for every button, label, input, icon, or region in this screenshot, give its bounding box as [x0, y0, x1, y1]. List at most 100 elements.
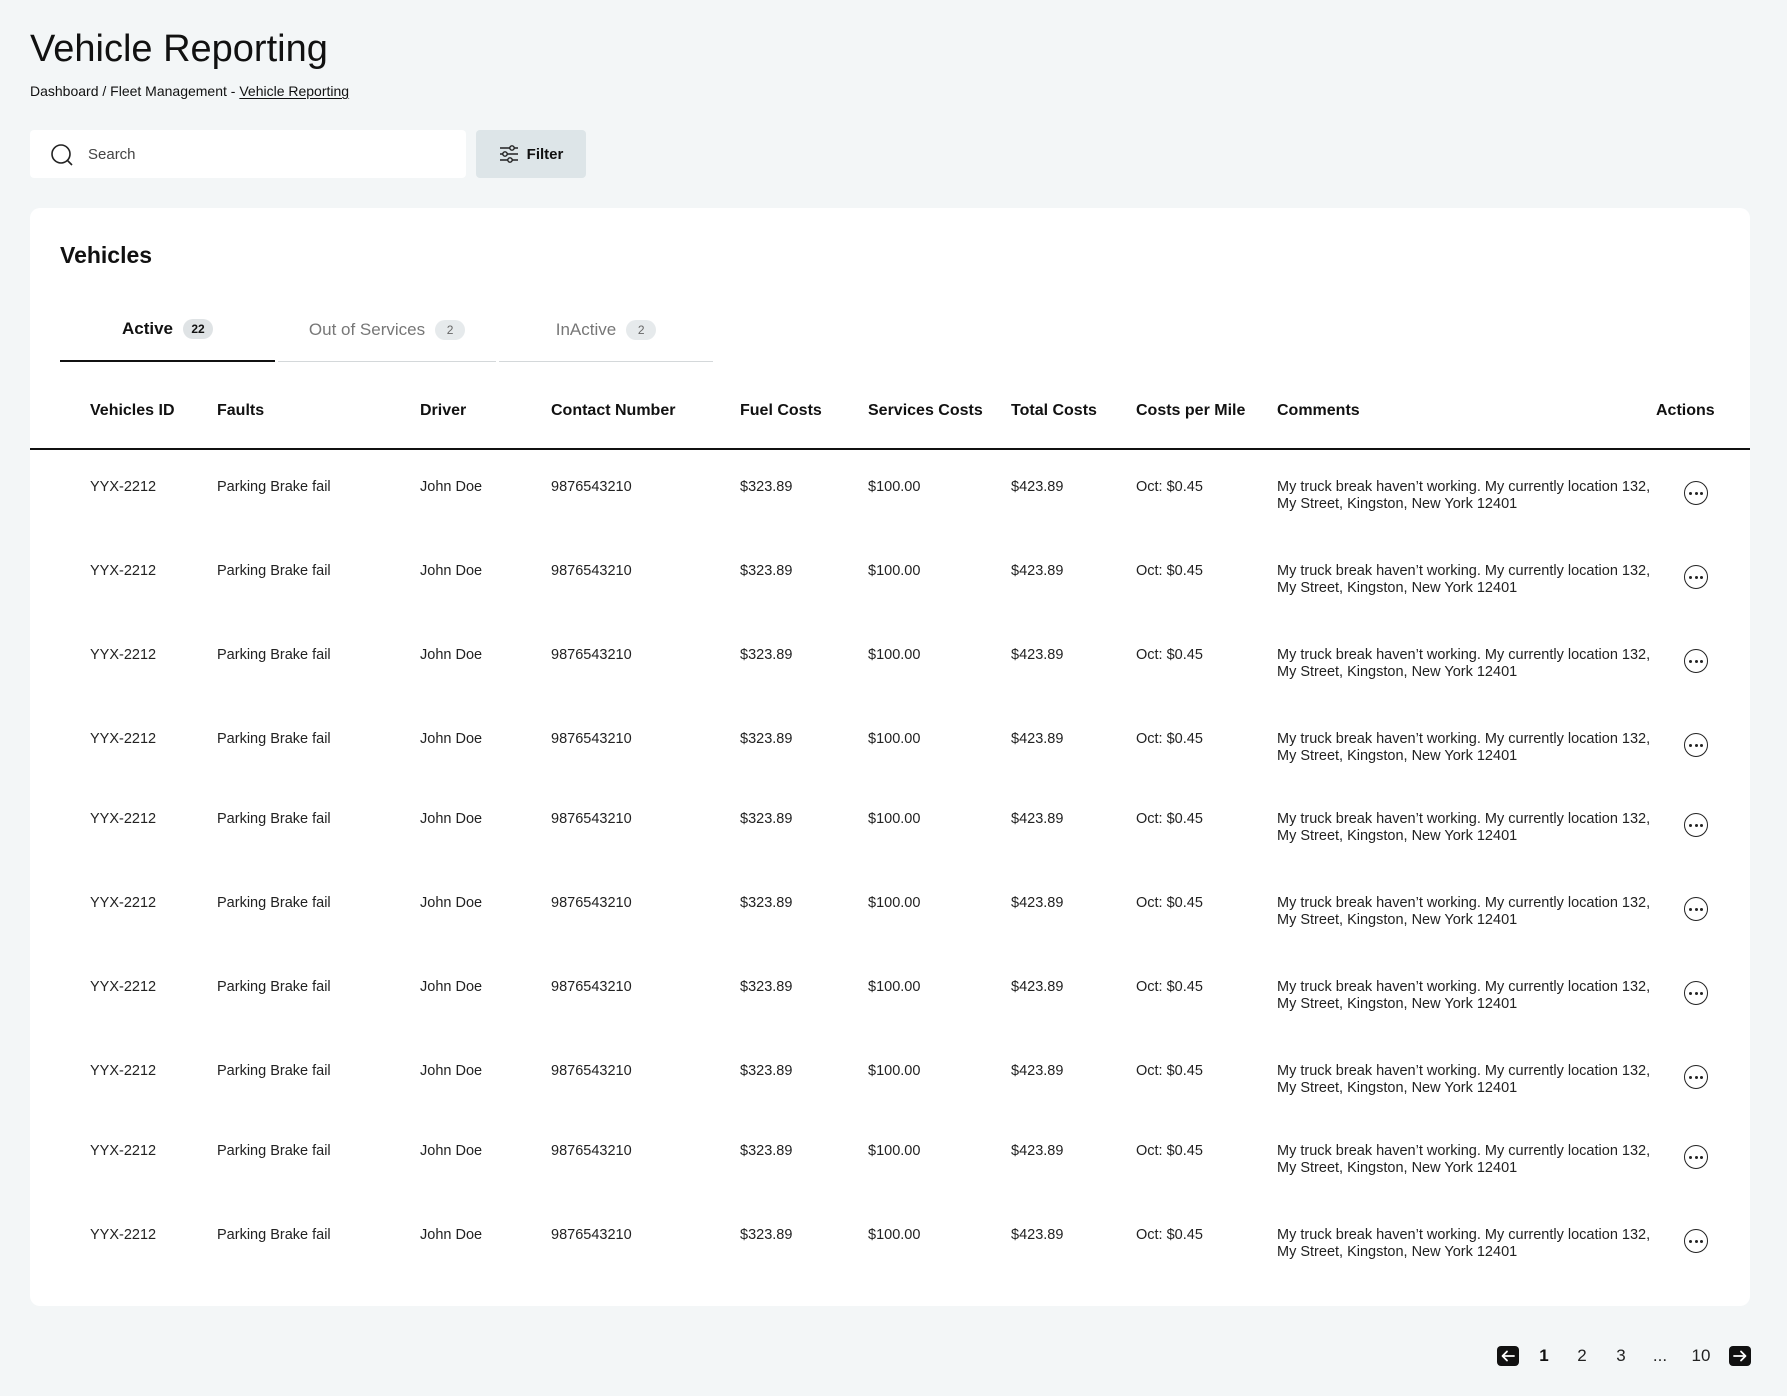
more-horizontal-icon	[1689, 743, 1703, 747]
vehicles-table: Vehicles ID Faults Driver Contact Number…	[30, 368, 1750, 1260]
row-actions-button[interactable]	[1684, 649, 1708, 673]
search-input[interactable]	[88, 130, 448, 178]
comment-cell: My truck break haven’t working. My curre…	[1277, 731, 1651, 764]
search-icon	[51, 144, 73, 166]
column-header-contact-number[interactable]: Contact Number	[551, 402, 675, 420]
total-cost-cell: $423.89	[1011, 1227, 1064, 1243]
cost-per-mile-cell: Oct: $0.45	[1136, 479, 1203, 495]
cost-per-mile-cell: Oct: $0.45	[1136, 1227, 1203, 1243]
fault-cell: Parking Brake fail	[217, 1063, 331, 1079]
row-actions-button[interactable]	[1684, 813, 1708, 837]
fuel-cost-cell: $323.89	[740, 1063, 793, 1079]
table-row[interactable]: YYX-2212 Parking Brake fail John Doe 987654…	[30, 1200, 1750, 1284]
page-10-button[interactable]: 10	[1673, 1346, 1729, 1366]
table-row[interactable]: YYX-2212 Parking Brake fail John Doe 987654…	[30, 704, 1750, 788]
fault-cell: Parking Brake fail	[217, 979, 331, 995]
page-title: Vehicle Reporting	[30, 28, 328, 70]
table-row[interactable]: YYX-2212 Parking Brake fail John Doe 987654…	[30, 536, 1750, 620]
filter-button[interactable]: Filter	[476, 130, 586, 178]
table-row[interactable]: YYX-2212 Parking Brake fail John Doe 987654…	[30, 952, 1750, 1036]
total-cost-cell: $423.89	[1011, 563, 1064, 579]
more-horizontal-icon	[1689, 1239, 1703, 1243]
breadcrumb-path[interactable]: Dashboard / Fleet Management -	[30, 83, 239, 99]
fault-cell: Parking Brake fail	[217, 647, 331, 663]
more-horizontal-icon	[1689, 991, 1703, 995]
arrow-left-icon	[1501, 1350, 1515, 1362]
total-cost-cell: $423.89	[1011, 647, 1064, 663]
contact-number-cell: 9876543210	[551, 895, 632, 911]
driver-cell: John Doe	[420, 1143, 483, 1159]
driver-cell: John Doe	[420, 563, 483, 579]
row-actions-button[interactable]	[1684, 897, 1708, 921]
fuel-cost-cell: $323.89	[740, 1227, 793, 1243]
breadcrumb-current[interactable]: Vehicle Reporting	[239, 83, 349, 99]
driver-cell: John Doe	[420, 731, 483, 747]
cost-per-mile-cell: Oct: $0.45	[1136, 1063, 1203, 1079]
services-cost-cell: $100.00	[868, 731, 921, 747]
cost-per-mile-cell: Oct: $0.45	[1136, 979, 1203, 995]
cost-per-mile-cell: Oct: $0.45	[1136, 895, 1203, 911]
next-page-button[interactable]	[1729, 1346, 1751, 1366]
services-cost-cell: $100.00	[868, 895, 921, 911]
prev-page-button[interactable]	[1497, 1346, 1519, 1366]
page-1-button[interactable]: 1	[1519, 1346, 1569, 1366]
more-horizontal-icon	[1689, 659, 1703, 663]
services-cost-cell: $100.00	[868, 647, 921, 663]
comment-cell: My truck break haven’t working. My curre…	[1277, 479, 1651, 512]
column-header-faults[interactable]: Faults	[217, 402, 264, 420]
tab-count-badge: 2	[435, 319, 466, 340]
page-ellipsis: ...	[1652, 1346, 1668, 1365]
column-header-driver[interactable]: Driver	[420, 402, 466, 420]
driver-cell: John Doe	[420, 979, 483, 995]
breadcrumb: Dashboard / Fleet Management - Vehicle R…	[30, 83, 349, 99]
table-row[interactable]: YYX-2212 Parking Brake fail John Doe 987654…	[30, 620, 1750, 704]
row-actions-button[interactable]	[1684, 481, 1708, 505]
more-horizontal-icon	[1689, 1155, 1703, 1159]
comment-cell: My truck break haven’t working. My curre…	[1277, 563, 1651, 596]
cost-per-mile-cell: Oct: $0.45	[1136, 563, 1203, 579]
row-actions-button[interactable]	[1684, 981, 1708, 1005]
tab-inactive[interactable]: InActive 2	[499, 298, 713, 362]
tab-out-of-services[interactable]: Out of Services 2	[278, 298, 496, 362]
row-actions-button[interactable]	[1684, 565, 1708, 589]
page-2-button[interactable]: 2	[1569, 1346, 1595, 1366]
column-header-comments[interactable]: Comments	[1277, 402, 1360, 420]
fuel-cost-cell: $323.89	[740, 563, 793, 579]
column-header-costs-per-mile[interactable]: Costs per Mile	[1136, 402, 1245, 420]
column-header-fuel-costs[interactable]: Fuel Costs	[740, 402, 822, 420]
table-row[interactable]: YYX-2212 Parking Brake fail John Doe 987654…	[30, 452, 1750, 536]
row-actions-button[interactable]	[1684, 1145, 1708, 1169]
driver-cell: John Doe	[420, 1227, 483, 1243]
column-header-services-costs[interactable]: Services Costs	[868, 402, 983, 420]
table-row[interactable]: YYX-2212 Parking Brake fail John Doe 987654…	[30, 1036, 1750, 1120]
contact-number-cell: 9876543210	[551, 1227, 632, 1243]
row-actions-button[interactable]	[1684, 733, 1708, 757]
table-row[interactable]: YYX-2212 Parking Brake fail John Doe 987654…	[30, 1116, 1750, 1200]
page-3-button[interactable]: 3	[1595, 1346, 1647, 1366]
more-horizontal-icon	[1689, 575, 1703, 579]
comment-cell: My truck break haven’t working. My curre…	[1277, 647, 1651, 680]
more-horizontal-icon	[1689, 1075, 1703, 1079]
row-actions-button[interactable]	[1684, 1065, 1708, 1089]
services-cost-cell: $100.00	[868, 1143, 921, 1159]
row-actions-button[interactable]	[1684, 1229, 1708, 1253]
fault-cell: Parking Brake fail	[217, 895, 331, 911]
fuel-cost-cell: $323.89	[740, 811, 793, 827]
services-cost-cell: $100.00	[868, 811, 921, 827]
table-row[interactable]: YYX-2212 Parking Brake fail John Doe 987654…	[30, 868, 1750, 952]
column-header-total-costs[interactable]: Total Costs	[1011, 402, 1097, 420]
column-header-vehicle-id[interactable]: Vehicles ID	[90, 402, 175, 420]
services-cost-cell: $100.00	[868, 479, 921, 495]
tab-label: Active	[121, 319, 174, 338]
sliders-icon	[499, 145, 518, 163]
tab-active[interactable]: Active 22	[60, 298, 275, 362]
table-header: Vehicles ID Faults Driver Contact Number…	[30, 368, 1750, 450]
more-horizontal-icon	[1689, 823, 1703, 827]
column-header-actions: Actions	[1656, 402, 1715, 419]
pagination: 1 2 3 ... 10	[1497, 1344, 1751, 1368]
fault-cell: Parking Brake fail	[217, 811, 331, 827]
table-row[interactable]: YYX-2212 Parking Brake fail John Doe 987654…	[30, 784, 1750, 868]
arrow-right-icon	[1733, 1350, 1747, 1362]
vehicle-id-cell: YYX-2212	[90, 979, 157, 995]
tab-count-badge: 22	[183, 319, 214, 339]
